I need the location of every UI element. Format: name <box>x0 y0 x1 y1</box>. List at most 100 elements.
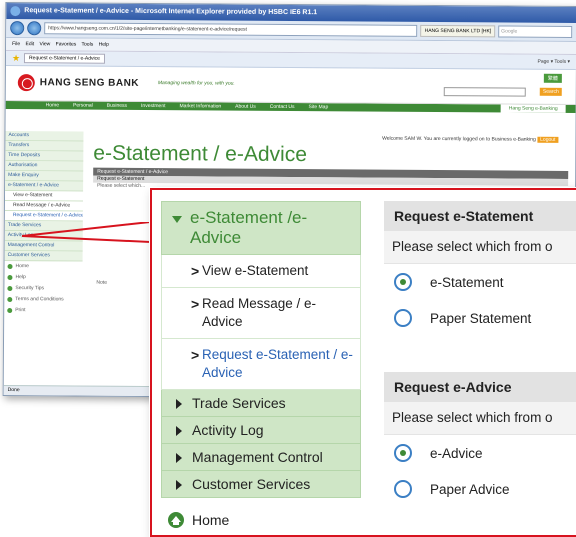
sidebar-item[interactable]: Management Control <box>4 241 83 252</box>
bank-header: HANG SENG BANK Managing wealth for you, … <box>5 66 576 105</box>
nav-contact[interactable]: Contact Us <box>270 103 295 111</box>
sidebar-item[interactable]: Transfers <box>5 141 84 152</box>
option-label: Paper Statement <box>430 310 532 326</box>
caret-right-icon <box>176 426 182 436</box>
sidebar-item[interactable]: Accounts <box>5 131 84 142</box>
back-icon[interactable] <box>10 21 25 36</box>
sidebar-link-label: Print <box>15 307 26 314</box>
sidebar-item[interactable]: Customer Services <box>4 251 83 262</box>
nav-ebanking[interactable]: Hang Seng e-Banking <box>500 104 566 113</box>
ie-icon <box>10 6 21 17</box>
sidebar-subitem[interactable]: Request e-Statement / e-Advice <box>4 211 83 222</box>
sidebar-item[interactable]: e-Statement / e-Advice <box>5 181 84 192</box>
paper-statement-option[interactable]: Paper Statement <box>384 300 576 336</box>
site-search-button[interactable]: Search <box>539 87 562 96</box>
site-search-input[interactable] <box>443 87 526 97</box>
home-icon <box>7 264 13 270</box>
nav-sitemap[interactable]: Site Map <box>308 103 328 111</box>
sidebar-item[interactable]: Time Deposits <box>5 151 84 162</box>
sidebar-link-label: Home <box>192 512 230 528</box>
zoom-callout: e-Statement /e-Advice > View e-Statement… <box>150 188 576 537</box>
browser-tab[interactable]: Request e-Statement / e-Advice <box>24 53 105 64</box>
sidebar-link-label: Terms and Conditions <box>15 296 64 303</box>
small-sidebar: Accounts Transfers Time Deposits Authori… <box>4 131 84 317</box>
nav-personal[interactable]: Personal <box>73 101 93 109</box>
radio-selected-icon[interactable] <box>394 273 412 291</box>
sidebar-link[interactable]: Terms and Conditions <box>4 294 82 306</box>
page-title: e-Statement / e-Advice <box>93 141 308 167</box>
sidebar-item-label: Customer Services <box>192 476 311 492</box>
eadvice-section-title: Request e-Advice <box>384 372 576 402</box>
page-tools-menu[interactable]: Page ▾ Tools ▾ <box>538 59 570 65</box>
caret-right-icon <box>176 399 182 409</box>
sidebar-item[interactable]: Activity Log <box>4 231 83 242</box>
sidebar-link[interactable]: Print <box>4 305 82 317</box>
language-button[interactable]: 繁體 <box>543 73 562 83</box>
search-input[interactable]: Google <box>498 25 573 38</box>
option-label: Paper Advice <box>430 481 510 497</box>
forward-icon[interactable] <box>27 21 42 36</box>
terms-icon <box>7 297 13 303</box>
welcome-text: Welcome SAM W. You are currently logged … <box>382 135 536 143</box>
estatement-section-title: Request e-Statement <box>384 201 576 231</box>
sidebar-subitem[interactable]: Read Message / e-Advice <box>4 201 83 212</box>
sidebar-item-label: Trade Services <box>192 395 286 411</box>
sidebar-link-label: Security Tips <box>15 285 45 292</box>
sidebar-link-label: Home <box>15 263 29 270</box>
sidebar-item-activity-log[interactable]: Activity Log <box>161 417 361 444</box>
estatement-instruction: Please select which from o <box>384 231 576 264</box>
nav-business[interactable]: Business <box>107 102 127 110</box>
sidebar-item-label: Activity Log <box>192 422 264 438</box>
sidebar-link[interactable]: Help <box>4 272 82 284</box>
sidebar-item[interactable]: Authorisation <box>5 161 84 172</box>
radio-unselected-icon[interactable] <box>394 309 412 327</box>
radio-unselected-icon[interactable] <box>394 480 412 498</box>
sidebar-subitem-request[interactable]: > Request e-Statement / e-Advice <box>161 339 361 390</box>
radio-selected-icon[interactable] <box>394 444 412 462</box>
chevron-right-icon: > <box>191 296 200 312</box>
estatement-option[interactable]: e-Statement <box>384 264 576 300</box>
logout-button[interactable]: Logout <box>537 136 559 143</box>
address-field[interactable]: https://www.hangseng.com.cn/1/2/site-pag… <box>44 22 418 37</box>
chevron-right-icon: > <box>191 347 200 363</box>
sidebar-link[interactable]: Security Tips <box>4 283 82 295</box>
bank-name: HANG SENG BANK <box>39 77 140 89</box>
zoomed-sidebar: e-Statement /e-Advice > View e-Statement… <box>161 201 361 498</box>
sidebar-item-customer-services[interactable]: Customer Services <box>161 471 361 498</box>
sidebar-subitem-view-estatement[interactable]: > View e-Statement <box>161 255 361 288</box>
sidebar-item[interactable]: Make Enquiry <box>5 171 84 182</box>
sidebar-link[interactable]: Home <box>4 261 82 273</box>
sidebar-subitem-label: Request e-Statement / e-Advice <box>202 347 353 380</box>
hang-seng-logo-icon[interactable] <box>17 74 35 92</box>
sidebar-subitem-read-message[interactable]: > Read Message / e-Advice <box>161 288 361 339</box>
sidebar-item-estatement[interactable]: e-Statement /e-Advice <box>161 201 361 255</box>
sidebar-subitem[interactable]: View e-Statement <box>4 191 84 202</box>
security-icon <box>7 286 13 292</box>
sidebar-item-trade-services[interactable]: Trade Services <box>161 390 361 417</box>
help-icon <box>7 275 13 281</box>
nav-home[interactable]: Home <box>46 101 59 109</box>
nav-about[interactable]: About Us <box>235 103 256 111</box>
nav-market-info[interactable]: Market Information <box>179 102 221 110</box>
sidebar-item-label: e-Statement /e-Advice <box>190 208 308 247</box>
eadvice-instruction: Please select which from o <box>384 402 576 435</box>
option-label: e-Statement <box>430 274 504 290</box>
request-panel: Request e-Statement Please select which … <box>384 201 576 507</box>
eadvice-option[interactable]: e-Advice <box>384 435 576 471</box>
caret-right-icon <box>176 453 182 463</box>
paper-advice-option[interactable]: Paper Advice <box>384 471 576 507</box>
sidebar-subitem-label: Read Message / e-Advice <box>202 296 317 329</box>
window-title: Request e-Statement / e-Advice - Microso… <box>24 7 318 17</box>
bank-tagline: Managing wealth for you, with you. <box>157 80 235 87</box>
sidebar-item-management-control[interactable]: Management Control <box>161 444 361 471</box>
print-icon <box>7 308 13 314</box>
favorites-star-icon[interactable]: ★ <box>12 53 20 64</box>
nav-investment[interactable]: Investment <box>141 102 166 110</box>
chevron-down-icon <box>172 216 182 223</box>
security-tab[interactable]: HANG SENG BANK LTD [HK] <box>420 24 496 38</box>
sidebar-item-label: Management Control <box>192 449 323 465</box>
sidebar-subitem-label: View e-Statement <box>202 263 309 278</box>
sidebar-link-home[interactable]: Home <box>168 512 229 528</box>
sidebar-item[interactable]: Trade Services <box>4 221 83 232</box>
chevron-right-icon: > <box>191 263 200 279</box>
